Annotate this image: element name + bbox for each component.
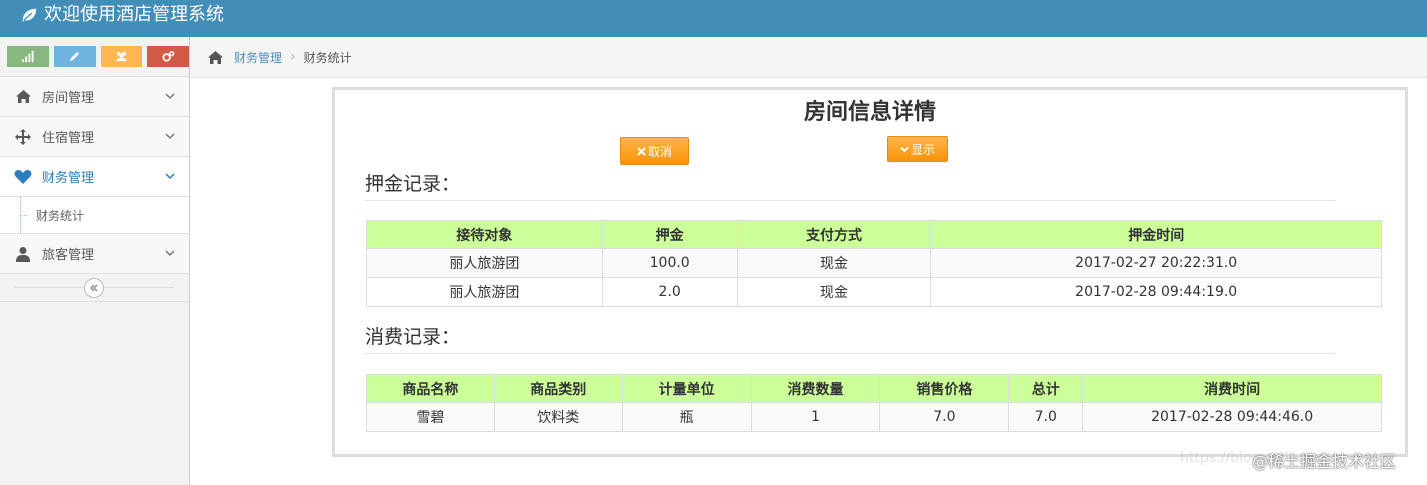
table-cell: 瓶 [621,402,752,432]
column-header: 接待对象 [366,220,603,249]
home-icon[interactable] [207,50,224,65]
table-cell: 7.0 [879,402,1010,432]
cogs-icon [162,51,174,62]
breadcrumb: 财务管理 › 财务统计 [190,37,1427,78]
deposit-table: 接待对象 押金 支付方式 押金时间 丽人旅游团 100.0 现金 2017-02… [366,220,1382,307]
table-cell: 丽人旅游团 [366,277,603,307]
brand[interactable]: 欢迎使用酒店管理系统 [20,4,224,26]
divider [365,353,1335,354]
table-cell: 现金 [736,277,932,307]
heart-icon [13,168,33,186]
sidebar-item-label: 住宿管理 [42,131,95,146]
sidebar: 房间管理 住宿管理 财务管理 财务统计 旅客管理 [0,37,190,485]
table-row: 雪碧 饮料类 瓶 1 7.0 7.0 2017-02-28 09:44:46.0 [366,402,1382,432]
consumption-table: 商品名称 商品类别 计量单位 消费数量 销售价格 总计 消费时间 雪碧 饮料类 … [366,374,1382,432]
table-cell: 雪碧 [366,402,495,432]
table-cell: 1 [750,402,881,432]
leaf-icon [22,8,37,23]
column-header: 总计 [1008,374,1084,403]
double-chevron-left-icon [90,284,98,292]
sidebar-subitem-label: 财务统计 [36,208,85,223]
chevron-down-icon [165,250,175,257]
table-cell: 2.0 [601,277,738,307]
shortcut-signal-button[interactable] [7,46,49,67]
divider [365,200,1335,201]
users-icon [115,51,127,62]
table-cell: 2017-02-27 20:22:31.0 [930,248,1382,278]
column-header: 销售价格 [879,374,1010,403]
sidebar-collapse-button[interactable] [84,278,104,298]
consumption-section-title: 消费记录： [365,326,461,348]
column-header: 消费数量 [750,374,881,403]
signal-icon [22,50,34,63]
table-cell: 2017-02-28 09:44:19.0 [930,277,1382,307]
column-header: 押金时间 [930,220,1382,249]
table-cell: 饮料类 [493,402,623,432]
sidebar-shortcuts [0,37,189,77]
watermark-text: @稀土掘金技术社区 [1252,452,1397,471]
sidebar-item-label: 房间管理 [42,91,95,106]
close-icon [637,146,646,156]
move-icon [13,128,33,146]
page-title: 房间信息详情 [803,100,936,125]
show-button[interactable]: 显示 [887,136,948,162]
deposit-section-title: 押金记录： [365,173,461,195]
table-cell: 7.0 [1008,402,1084,432]
column-header: 商品名称 [366,374,495,403]
sidebar-item-label: 财务管理 [42,171,95,186]
app-title: 欢迎使用酒店管理系统 [44,4,224,25]
column-header: 消费时间 [1082,374,1382,403]
breadcrumb-separator-icon: › [290,49,296,65]
table-header-row: 接待对象 押金 支付方式 押金时间 [366,220,1382,249]
chevron-down-icon [165,93,175,100]
sidebar-item-lodging[interactable]: 住宿管理 [0,117,189,157]
chevron-down-icon [900,146,909,152]
breadcrumb-link-finance[interactable]: 财务管理 [234,49,282,66]
cancel-button[interactable]: 取消 [620,137,689,165]
chevron-down-icon [165,133,175,140]
column-header: 计量单位 [621,374,752,403]
show-button-label: 显示 [910,142,935,157]
home-icon [13,88,33,106]
pencil-icon [69,51,80,62]
sidebar-subitem-finance-stats[interactable]: 财务统计 [0,197,189,234]
shortcut-pencil-button[interactable] [53,46,96,67]
top-navbar: 欢迎使用酒店管理系统 [0,0,1427,37]
column-header: 押金 [601,220,738,249]
sidebar-item-label: 旅客管理 [42,248,95,263]
sidebar-item-guests[interactable]: 旅客管理 [0,234,189,274]
chevron-down-icon [165,173,175,180]
table-row: 丽人旅游团 2.0 现金 2017-02-28 09:44:19.0 [366,277,1382,307]
table-header-row: 商品名称 商品类别 计量单位 消费数量 销售价格 总计 消费时间 [366,374,1382,403]
column-header: 商品类别 [493,374,623,403]
table-cell: 现金 [736,248,932,278]
user-icon [13,245,33,263]
watermark: https://blog.csdn.net/... @稀土掘金技术社区 [1180,448,1396,472]
column-header: 支付方式 [736,220,932,249]
cancel-button-label: 取消 [647,144,672,159]
table-row: 丽人旅游团 100.0 现金 2017-02-27 20:22:31.0 [366,248,1382,278]
sidebar-item-finance[interactable]: 财务管理 [0,157,189,197]
sidebar-item-rooms[interactable]: 房间管理 [0,77,189,117]
room-detail-panel: 房间信息详情 取消 显示 押金记录： 接待对象 押金 支付方式 押金时间 丽人旅… [332,87,1408,457]
shortcut-cogs-button[interactable] [147,46,189,67]
shortcut-users-button[interactable] [100,46,143,67]
table-cell: 丽人旅游团 [366,248,603,278]
breadcrumb-current: 财务统计 [303,50,352,65]
table-cell: 2017-02-28 09:44:46.0 [1082,402,1382,432]
table-cell: 100.0 [601,248,738,278]
sidebar-collapse-row [0,274,189,302]
